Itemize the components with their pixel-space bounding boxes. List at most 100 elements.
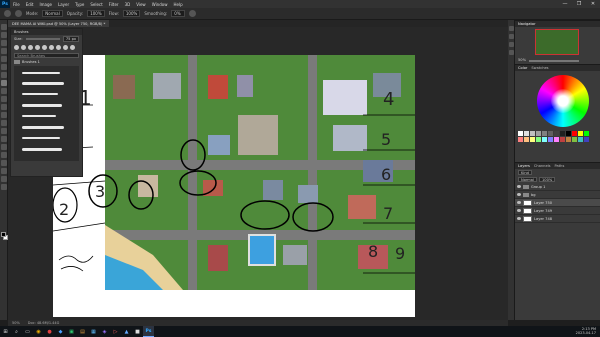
swatch[interactable] [560, 137, 565, 142]
shape-tool-icon[interactable] [1, 160, 7, 166]
dodge-tool-icon[interactable] [1, 128, 7, 134]
menu-file[interactable]: File [10, 2, 23, 7]
swatch[interactable] [530, 131, 535, 136]
move-tool-icon[interactable] [1, 24, 7, 30]
tab-paths[interactable]: Paths [555, 164, 565, 168]
info-panel-icon[interactable] [509, 50, 514, 55]
system-clock[interactable]: 2:13 PM 2023-04-17 [576, 327, 596, 336]
zoom-tool-icon[interactable] [1, 176, 7, 182]
foreground-color-swatch[interactable] [1, 232, 6, 237]
brush-size-slider[interactable] [25, 38, 60, 40]
app-icon[interactable]: ▷ [110, 326, 121, 337]
quick-select-tool-icon[interactable] [1, 48, 7, 54]
brush-preset-icon[interactable] [14, 45, 19, 50]
visibility-eye-icon[interactable] [517, 217, 521, 220]
eyedropper-tool-icon[interactable] [1, 64, 7, 70]
visibility-eye-icon[interactable] [517, 185, 521, 188]
brush-tool-icon[interactable] [1, 80, 7, 86]
blur-tool-icon[interactable] [1, 120, 7, 126]
layer-blend-mode-select[interactable]: Normal [518, 177, 538, 182]
visibility-eye-icon[interactable] [517, 209, 521, 212]
tab-channels[interactable]: Channels [534, 164, 551, 168]
mode-select[interactable]: Normal [42, 10, 63, 17]
start-button-icon[interactable]: ⊞ [0, 326, 11, 337]
maximize-icon[interactable]: ❐ [572, 0, 586, 8]
tab-layers[interactable]: Layers [518, 164, 530, 168]
type-tool-icon[interactable] [1, 144, 7, 150]
swatch[interactable] [518, 137, 523, 142]
canvas-area[interactable]: 1 2 3 4 5 6 7 8 9 [8, 27, 508, 320]
brush-stroke-preview[interactable] [22, 115, 56, 117]
brush-stroke-preview[interactable] [22, 93, 58, 95]
menu-window[interactable]: Window [149, 2, 171, 7]
brush-preset-icon[interactable] [49, 45, 54, 50]
app-icon[interactable]: ◆ [55, 326, 66, 337]
color-wheel-center[interactable] [551, 89, 575, 113]
swatch[interactable] [554, 137, 559, 142]
swatch[interactable] [518, 131, 523, 136]
layer-row-layer-748[interactable]: Layer 748 [515, 215, 600, 223]
swatch[interactable] [548, 131, 553, 136]
brush-preset-icon[interactable] [28, 45, 33, 50]
brush-preset-icon[interactable] [63, 45, 68, 50]
brush-preset-icon[interactable] [21, 45, 26, 50]
brush-tool-icon[interactable] [4, 10, 11, 17]
adjustments-panel-icon[interactable] [509, 42, 514, 47]
swatch[interactable] [542, 131, 547, 136]
status-zoom[interactable]: 50% [12, 321, 20, 325]
history-brush-tool-icon[interactable] [1, 96, 7, 102]
swatch[interactable] [548, 137, 553, 142]
steam-icon[interactable]: ▲ [121, 326, 132, 337]
navigator-thumbnail[interactable] [535, 29, 579, 55]
menu-image[interactable]: Image [36, 2, 55, 7]
layer-row-bg[interactable]: bg [515, 191, 600, 199]
crop-tool-icon[interactable] [1, 56, 7, 62]
brush-preset-icon[interactable] [56, 45, 61, 50]
menu-filter[interactable]: Filter [106, 2, 122, 7]
swatch[interactable] [566, 131, 571, 136]
clone-stamp-tool-icon[interactable] [1, 88, 7, 94]
visibility-eye-icon[interactable] [517, 201, 521, 204]
swatch[interactable] [554, 131, 559, 136]
brush-search-input[interactable]: Search Brushes [14, 53, 79, 58]
settings-gear-icon[interactable] [189, 10, 197, 17]
chrome-icon[interactable]: ◉ [33, 326, 44, 337]
swatch[interactable] [584, 137, 589, 142]
document-tab[interactable]: DEE MAMA AI WIKI.psd @ 50% (Layer 750, R… [8, 20, 110, 27]
photoshop-taskbar-icon[interactable]: Ps [143, 326, 154, 337]
tab-color[interactable]: Color [518, 66, 527, 70]
layer-row-group-1[interactable]: Group 1 [515, 183, 600, 191]
menu-select[interactable]: Select [87, 2, 105, 7]
healing-tool-icon[interactable] [1, 72, 7, 78]
swatch[interactable] [584, 131, 589, 136]
menu-view[interactable]: View [133, 2, 149, 7]
tab-navigator[interactable]: Navigator [518, 22, 536, 26]
hand-tool-icon[interactable] [1, 168, 7, 174]
task-view-icon[interactable]: ▭ [22, 326, 33, 337]
swatch[interactable] [530, 137, 535, 142]
navigator-zoom-slider[interactable] [529, 59, 579, 62]
folder-icon[interactable]: ▤ [77, 326, 88, 337]
marquee-tool-icon[interactable] [1, 32, 7, 38]
brush-folder[interactable]: Brushes 1 [14, 59, 79, 64]
flow-field[interactable]: 100% [122, 10, 141, 17]
layer-row-layer-750[interactable]: Layer 750 [515, 199, 600, 207]
layer-row-layer-749[interactable]: Layer 749 [515, 207, 600, 215]
gradient-tool-icon[interactable] [1, 112, 7, 118]
navigator-zoom-value[interactable]: 50% [518, 58, 526, 62]
brush-preset-icon[interactable] [70, 45, 75, 50]
brush-stroke-preview[interactable] [22, 148, 62, 151]
brush-preset-icon[interactable] [42, 45, 47, 50]
smoothing-field[interactable]: 0% [171, 10, 186, 17]
lasso-tool-icon[interactable] [1, 40, 7, 46]
brush-stroke-preview[interactable] [22, 126, 64, 129]
swatch[interactable] [536, 137, 541, 142]
swatch[interactable] [578, 137, 583, 142]
properties-panel-icon[interactable] [509, 34, 514, 39]
opacity-field[interactable]: 100% [87, 10, 105, 17]
swatch[interactable] [524, 137, 529, 142]
swatch[interactable] [572, 137, 577, 142]
swatch[interactable] [572, 131, 577, 136]
swatch[interactable] [578, 131, 583, 136]
brush-preset-icon[interactable] [35, 45, 40, 50]
